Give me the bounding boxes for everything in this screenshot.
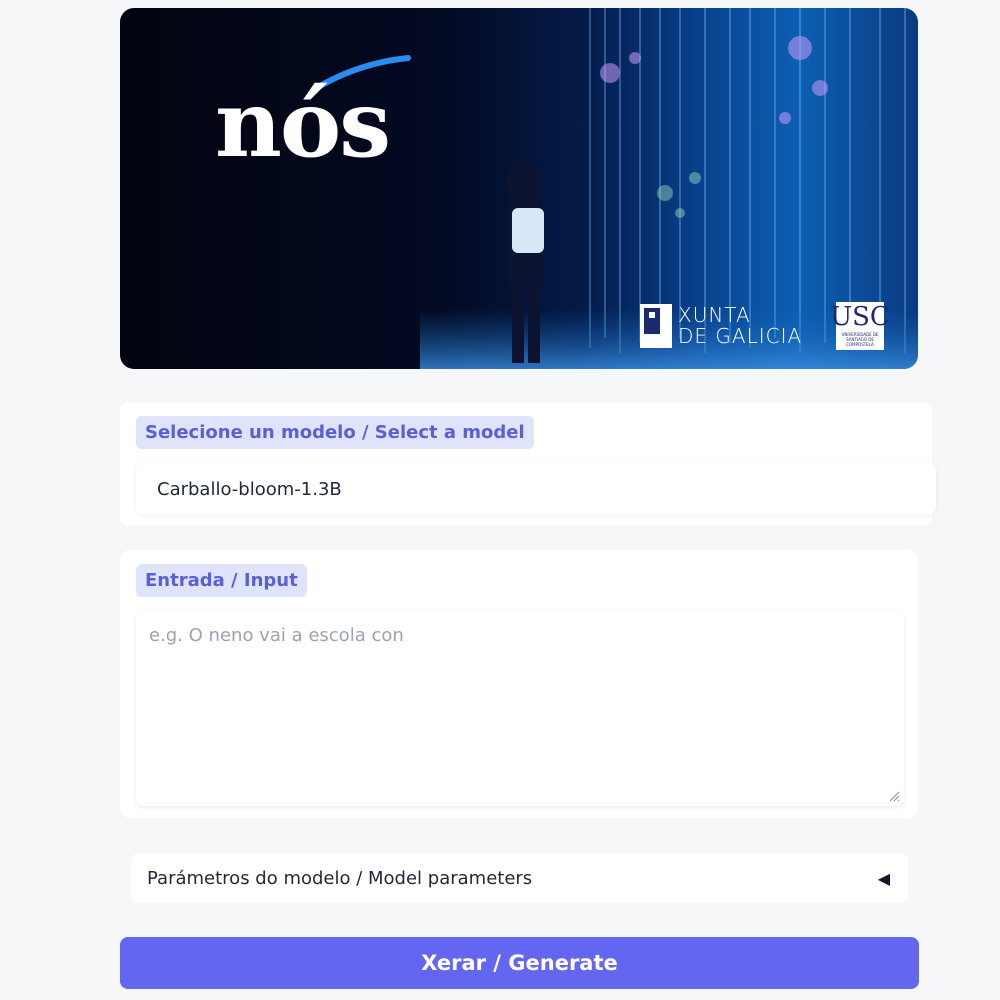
xunta-line2: DE GALICIA xyxy=(678,324,803,348)
model-select-label: Selecione un modelo / Select a model xyxy=(136,416,534,449)
resize-grip-icon[interactable] xyxy=(888,790,900,802)
generate-button[interactable]: Xerar / Generate xyxy=(120,937,919,989)
input-textarea[interactable] xyxy=(136,611,904,806)
model-dropdown-value: Carballo-bloom-1.3B xyxy=(157,478,342,500)
xunta-line1: XUNTA xyxy=(678,303,751,327)
model-parameters-label: Parámetros do modelo / Model parameters xyxy=(147,867,533,889)
input-label: Entrada / Input xyxy=(136,564,307,597)
model-dropdown[interactable]: Carballo-bloom-1.3B xyxy=(136,463,936,515)
header-banner: nós XUNTA DE GALICIA USC UNIVERSIDADE DE… xyxy=(120,8,918,369)
caret-left-icon: ◀ xyxy=(877,868,890,888)
usc-logo-text: USC xyxy=(830,302,890,332)
xunta-de-galicia-logo: XUNTA DE GALICIA xyxy=(640,304,802,348)
usc-logo-subtitle: UNIVERSIDADE DE SANTIAGO DE COMPOSTELA xyxy=(841,332,879,347)
galicia-shield-icon xyxy=(640,304,672,348)
model-parameters-accordion[interactable]: Parámetros do modelo / Model parameters … xyxy=(131,853,908,903)
nos-logo: nós xyxy=(215,70,391,178)
usc-logo: USC UNIVERSIDADE DE SANTIAGO DE COMPOSTE… xyxy=(830,302,890,350)
